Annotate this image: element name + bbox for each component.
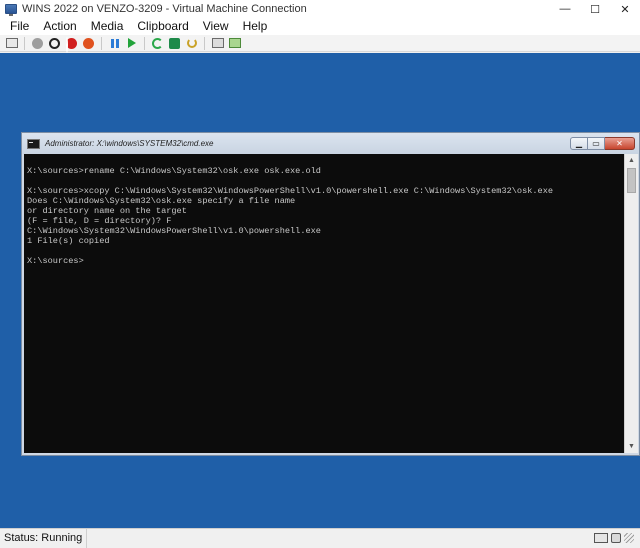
scroll-up-arrow-icon[interactable]: ▲ xyxy=(625,154,638,167)
keyboard-icon xyxy=(594,533,608,543)
resume-icon xyxy=(127,38,136,48)
power-icon xyxy=(83,37,94,49)
power-button[interactable] xyxy=(82,37,95,50)
vm-connection-icon xyxy=(5,4,17,16)
cmd-title: Administrator: X:\windows\SYSTEM32\cmd.e… xyxy=(45,139,214,148)
turn-off-button[interactable] xyxy=(48,37,61,50)
reset-button[interactable] xyxy=(151,37,164,50)
toolbar-separator xyxy=(101,36,102,50)
toolbar-separator xyxy=(204,36,205,50)
turn-off-icon xyxy=(49,37,60,49)
revert-button[interactable] xyxy=(185,37,198,50)
reset-icon xyxy=(152,37,163,49)
resume-button[interactable] xyxy=(125,37,138,50)
console-output[interactable]: X:\sources>rename C:\Windows\System32\os… xyxy=(24,154,624,453)
vm-status: Status: Running xyxy=(0,528,88,548)
scroll-thumb[interactable] xyxy=(627,168,636,193)
lock-icon xyxy=(611,533,621,543)
checkpoint-button[interactable] xyxy=(168,37,181,50)
scroll-down-arrow-icon[interactable]: ▼ xyxy=(625,440,638,453)
status-icons xyxy=(594,533,634,543)
toolbar xyxy=(0,35,640,52)
enhanced-session-button[interactable] xyxy=(211,37,224,50)
cmd-window-controls: ▁ ▭ ✕ xyxy=(570,137,635,150)
cmd-title-bar[interactable]: Administrator: X:\windows\SYSTEM32\cmd.e… xyxy=(22,133,639,154)
maximize-button[interactable]: ☐ xyxy=(580,0,610,18)
console-line: Does C:\Windows\System32\osk.exe specify… xyxy=(27,196,296,206)
window-title: WINS 2022 on VENZO-3209 - Virtual Machin… xyxy=(22,3,307,15)
shut-down-button[interactable] xyxy=(65,37,78,50)
console-line: (F = file, D = directory)? F xyxy=(27,216,172,226)
status-bar: Status: Running xyxy=(0,528,640,548)
enhanced-session-icon xyxy=(211,38,224,48)
share-button[interactable] xyxy=(228,37,241,50)
pause-button[interactable] xyxy=(108,37,121,50)
cmd-minimize-button[interactable]: ▁ xyxy=(570,137,588,150)
resize-grip-icon[interactable] xyxy=(624,533,634,543)
cmd-close-button[interactable]: ✕ xyxy=(605,137,635,150)
menu-action[interactable]: Action xyxy=(36,18,83,35)
console-line: X:\sources>rename C:\Windows\System32\os… xyxy=(27,166,321,176)
window-controls: — ☐ ✕ xyxy=(550,0,640,18)
console-scrollbar[interactable]: ▲ ▼ xyxy=(624,154,638,453)
menu-media[interactable]: Media xyxy=(84,18,131,35)
pause-icon xyxy=(110,38,119,48)
share-icon xyxy=(228,38,241,48)
console-line: or directory name on the target xyxy=(27,206,187,216)
cmd-maximize-button[interactable]: ▭ xyxy=(588,137,605,150)
console-line: 1 File(s) copied xyxy=(27,236,110,246)
checkpoint-icon xyxy=(169,37,180,49)
console-prompt: X:\sources> xyxy=(27,256,84,266)
console-line: C:\Windows\System32\WindowsPowerShell\v1… xyxy=(27,226,321,236)
shut-down-icon xyxy=(66,37,77,49)
start-button[interactable] xyxy=(31,37,44,50)
menu-bar: File Action Media Clipboard View Help xyxy=(0,18,640,35)
menu-file[interactable]: File xyxy=(3,18,36,35)
ctrl-alt-del-button[interactable] xyxy=(5,37,18,50)
cmd-icon xyxy=(27,138,40,149)
toolbar-separator xyxy=(24,36,25,50)
menu-help[interactable]: Help xyxy=(236,18,275,35)
menu-clipboard[interactable]: Clipboard xyxy=(130,18,195,35)
revert-icon xyxy=(186,38,197,48)
window-title-bar[interactable]: WINS 2022 on VENZO-3209 - Virtual Machin… xyxy=(0,0,640,18)
console-line: X:\sources>xcopy C:\Windows\System32\Win… xyxy=(27,186,554,196)
ctrl-alt-del-icon xyxy=(5,38,18,48)
minimize-button[interactable]: — xyxy=(550,0,580,18)
start-icon xyxy=(32,37,43,49)
toolbar-separator xyxy=(144,36,145,50)
close-button[interactable]: ✕ xyxy=(610,0,640,18)
cmd-window[interactable]: Administrator: X:\windows\SYSTEM32\cmd.e… xyxy=(21,132,640,456)
menu-view[interactable]: View xyxy=(196,18,236,35)
